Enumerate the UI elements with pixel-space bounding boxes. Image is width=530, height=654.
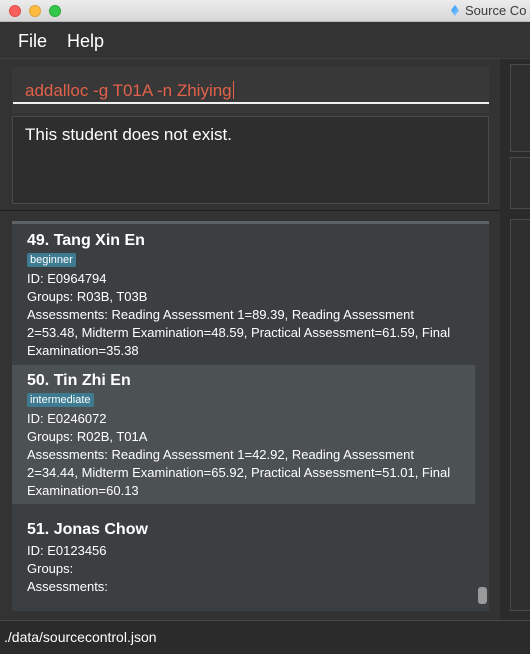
window-title: Source Co — [451, 3, 526, 18]
student-card[interactable]: 49. Tang Xin En beginner ID: E0964794 Gr… — [12, 224, 475, 362]
divider — [0, 210, 500, 211]
main-panel: addalloc -g T01A -n Zhiying This student… — [0, 59, 500, 620]
student-assessments-cont: Examination=60.13 — [27, 483, 139, 498]
student-groups: Groups: R02B, T01A — [27, 429, 148, 444]
command-underline — [13, 102, 489, 104]
side-panel-list — [510, 219, 530, 611]
menu-file[interactable]: File — [18, 31, 47, 52]
student-name: 50. Tin Zhi En — [27, 372, 131, 389]
title-bar: Source Co — [0, 0, 530, 22]
command-input[interactable]: addalloc -g T01A -n Zhiying — [25, 81, 234, 101]
side-panel-box — [510, 64, 530, 152]
menu-help[interactable]: Help — [67, 31, 104, 52]
student-assessments: Assessments: — [27, 579, 108, 594]
student-name: 51. Jonas Chow — [27, 521, 148, 538]
app-icon — [451, 5, 459, 16]
student-tag: intermediate — [27, 393, 94, 407]
menu-bar: File Help — [0, 22, 530, 59]
student-assessments-cont: Examination=35.38 — [27, 343, 139, 358]
student-assessments: Assessments: Reading Assessment 1=89.39,… — [27, 307, 414, 322]
text-caret — [232, 81, 234, 99]
side-panel-box — [510, 157, 530, 209]
student-id: ID: E0246072 — [27, 411, 107, 426]
student-tag: beginner — [27, 253, 76, 267]
student-id: ID: E0123456 — [27, 543, 107, 558]
window-title-text: Source Co — [465, 3, 527, 18]
save-file-path: ./data/sourcecontrol.json — [4, 629, 157, 645]
student-name: 49. Tang Xin En — [27, 232, 145, 249]
scrollbar-thumb[interactable] — [478, 587, 487, 604]
close-window-button[interactable] — [9, 5, 21, 17]
zoom-window-button[interactable] — [49, 5, 61, 17]
command-input-text: addalloc -g T01A -n Zhiying — [25, 81, 232, 100]
status-bar: ./data/sourcecontrol.json — [0, 620, 530, 654]
student-groups: Groups: — [27, 561, 74, 576]
student-assessments: Assessments: Reading Assessment 1=42.92,… — [27, 447, 414, 462]
student-card[interactable]: 51. Jonas Chow ID: E0123456 Groups: Asse… — [12, 515, 475, 611]
list-scrollbar[interactable] — [478, 224, 487, 608]
student-assessments-cont: 2=53.48, Midterm Examination=48.59, Prac… — [27, 325, 451, 340]
student-card-selected[interactable]: 50. Tin Zhi En intermediate ID: E0246072… — [12, 365, 475, 504]
side-panel — [500, 59, 530, 620]
student-assessments-cont: 2=34.44, Midterm Examination=65.92, Prac… — [27, 465, 451, 480]
student-groups: Groups: R03B, T03B — [27, 289, 148, 304]
command-box[interactable]: addalloc -g T01A -n Zhiying — [12, 67, 489, 113]
result-display: This student does not exist. — [12, 116, 489, 204]
result-message: This student does not exist. — [25, 125, 232, 144]
student-list[interactable]: 49. Tang Xin En beginner ID: E0964794 Gr… — [12, 221, 489, 611]
minimize-window-button[interactable] — [29, 5, 41, 17]
student-id: ID: E0964794 — [27, 271, 107, 286]
